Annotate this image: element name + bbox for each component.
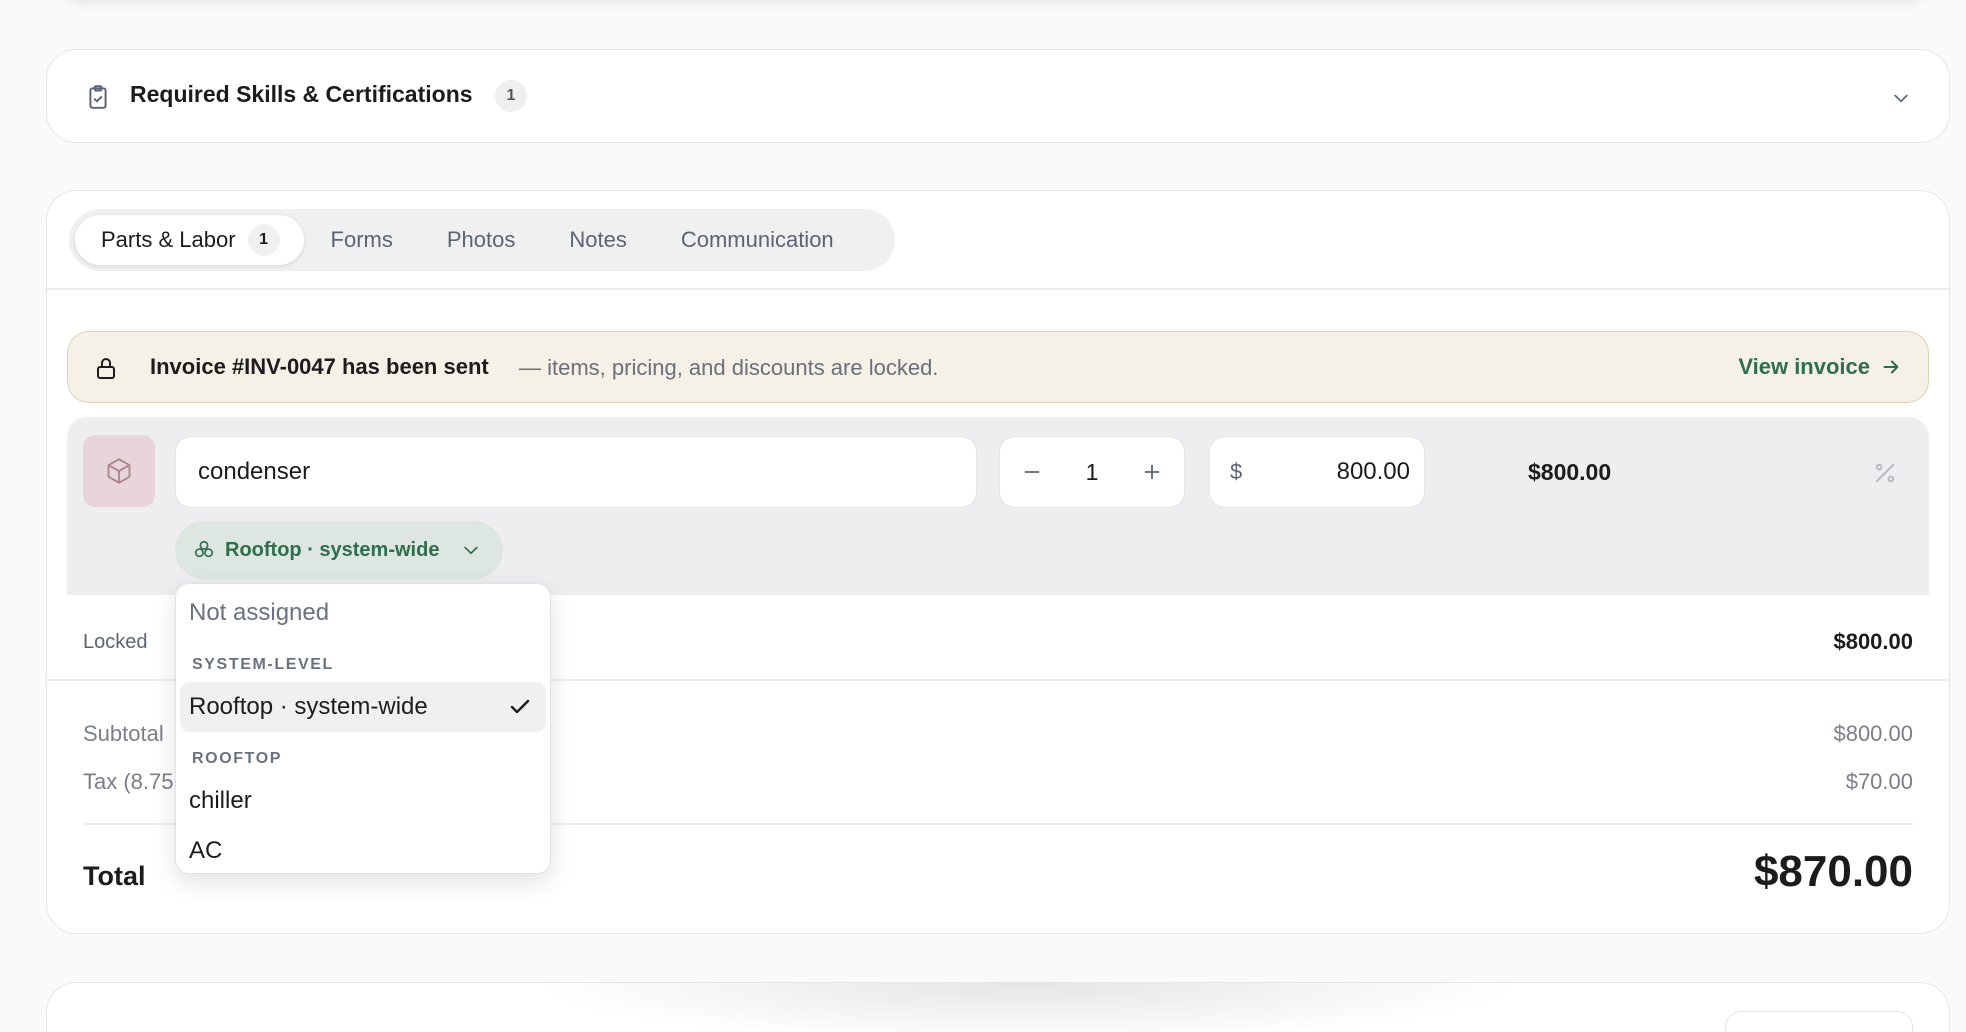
tax-label: Tax (8.75	[83, 769, 174, 794]
invoice-locked-banner: Invoice #INV-0047 has been sent — items,…	[67, 331, 1929, 403]
unit-price-value: 800.00	[1336, 458, 1410, 485]
minus-button[interactable]	[1018, 458, 1046, 486]
line-total: $800.00	[1528, 459, 1612, 485]
tab-parts-labor[interactable]: Parts & Labor 1	[75, 215, 304, 265]
next-card-button[interactable]	[1725, 1011, 1913, 1032]
option-chiller[interactable]: chiller	[180, 776, 546, 826]
banner-title: Invoice #INV-0047 has been sent	[150, 354, 489, 379]
package-icon	[107, 458, 131, 484]
tax-amount: $70.00	[1845, 769, 1913, 794]
minus-icon	[1024, 471, 1040, 473]
percent-icon[interactable]	[1871, 459, 1899, 487]
option-not-assigned[interactable]: Not assigned	[180, 588, 546, 638]
skills-count-badge: 1	[495, 80, 527, 112]
next-card	[46, 982, 1950, 1032]
tab-photos[interactable]: Photos	[420, 215, 543, 265]
plus-button[interactable]	[1138, 458, 1166, 486]
tab-notes[interactable]: Notes	[542, 215, 653, 265]
line-item-row: 1 $ 800.00 $800.00 Rooftop · system-wide	[67, 417, 1929, 595]
tab-forms[interactable]: Forms	[304, 215, 420, 265]
option-ac[interactable]: AC	[180, 826, 546, 876]
chevron-down-icon	[464, 546, 479, 555]
quantity-stepper[interactable]: 1	[999, 436, 1185, 508]
system-assignment-menu: Not assigned SYSTEM-LEVEL Rooftop · syst…	[175, 583, 551, 874]
subtotal-label: Subtotal	[83, 721, 164, 746]
view-invoice-label: View invoice	[1738, 354, 1870, 379]
unit-price-field[interactable]: $ 800.00	[1209, 436, 1425, 508]
total-label: Total	[83, 861, 146, 891]
clipboard-check-icon	[89, 85, 107, 109]
locked-amount: $800.00	[1833, 629, 1913, 654]
tab-bar: Parts & Labor 1 Forms Photos Notes Commu…	[69, 209, 895, 271]
skills-title: Required Skills & Certifications	[130, 81, 473, 107]
shadow-overlay	[527, 983, 1527, 1032]
option-group-label: SYSTEM-LEVEL	[192, 656, 334, 673]
banner-message: — items, pricing, and discounts are lock…	[519, 355, 939, 380]
system-assignment-dropdown[interactable]: Rooftop · system-wide	[175, 521, 503, 579]
tab-communication[interactable]: Communication	[654, 215, 861, 265]
lock-icon	[97, 358, 115, 379]
subtotal-amount: $800.00	[1833, 721, 1913, 746]
option-rooftop-system-wide[interactable]: Rooftop · system-wide	[180, 682, 546, 732]
tab-label: Parts & Labor	[101, 227, 236, 252]
option-group-label: ROOFTOP	[192, 750, 283, 767]
item-name-input[interactable]	[175, 436, 977, 508]
check-icon	[510, 699, 530, 714]
divider	[47, 288, 1949, 290]
system-icon	[194, 540, 214, 558]
locked-label: Locked	[83, 631, 148, 653]
assignment-label: Rooftop · system-wide	[225, 538, 440, 561]
chevron-down-icon[interactable]	[1891, 88, 1911, 108]
quantity-value: 1	[1085, 458, 1099, 485]
option-label: Rooftop · system-wide	[189, 693, 428, 720]
part-thumbnail	[83, 435, 155, 507]
arrow-right-icon	[1883, 360, 1899, 374]
total-amount: $870.00	[1753, 847, 1913, 896]
view-invoice-link[interactable]: View invoice	[1738, 354, 1902, 380]
tab-count-badge: 1	[247, 224, 280, 256]
plus-icon	[1144, 464, 1160, 480]
skills-section[interactable]: Required Skills & Certifications 1	[46, 49, 1950, 143]
currency-symbol: $	[1230, 459, 1243, 484]
